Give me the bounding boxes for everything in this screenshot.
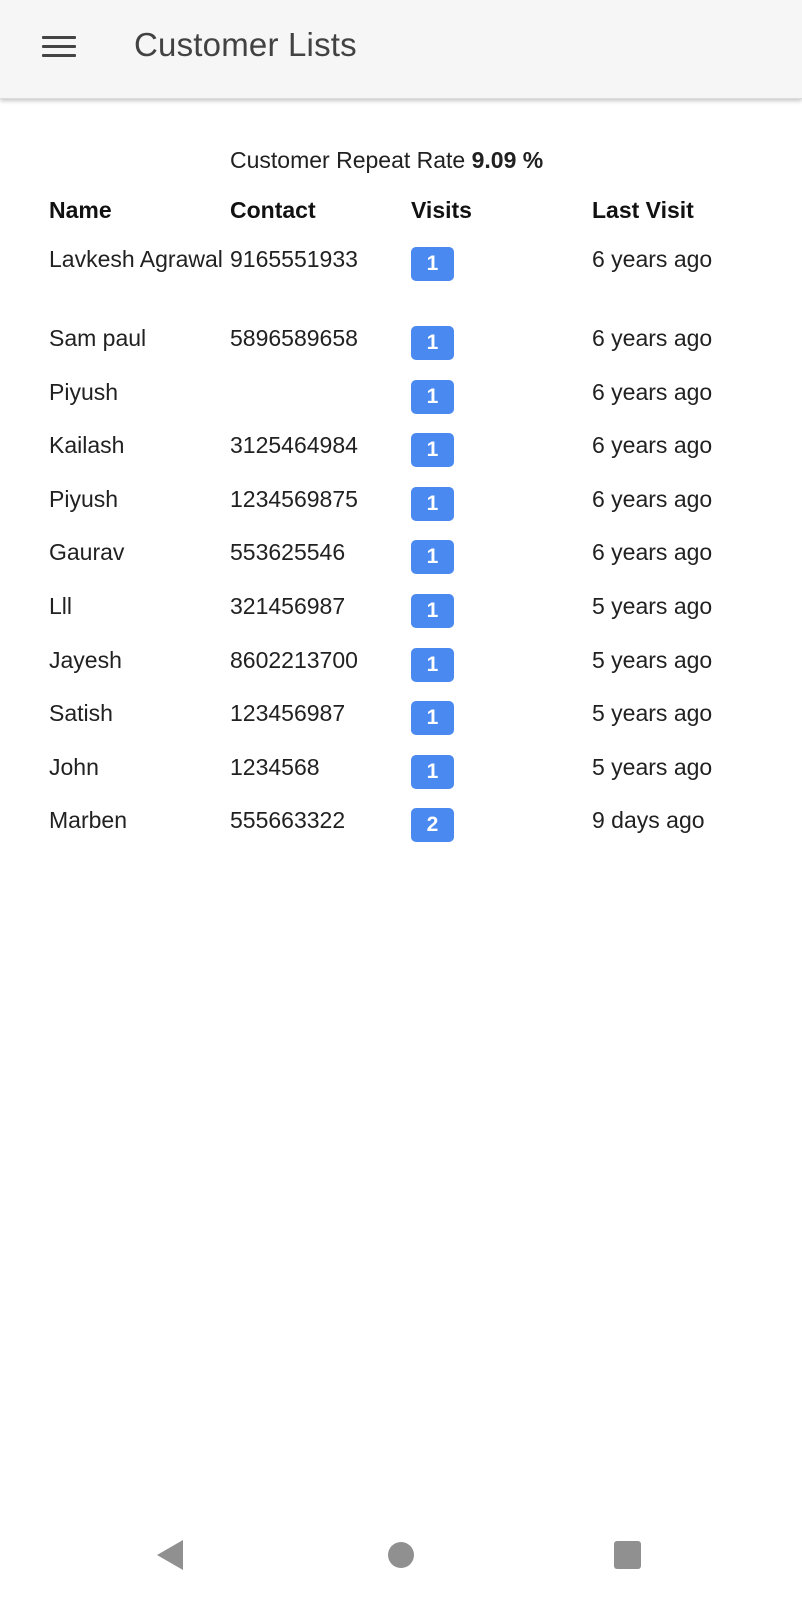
- cell-visits: 1: [411, 753, 592, 807]
- cell-last-visit: 9 days ago: [592, 807, 705, 834]
- cell-last-visit: 5 years ago: [592, 646, 713, 673]
- table-row[interactable]: Piyush 1 6 years ago: [49, 378, 769, 432]
- header-visits: Visits: [411, 197, 472, 223]
- cell-name: Lll: [49, 592, 73, 619]
- cell-visits: 1: [411, 485, 592, 539]
- cell-visits: 1: [411, 378, 592, 432]
- cell-visits: 1: [411, 431, 592, 485]
- cell-contact: 123456987: [230, 700, 346, 727]
- visits-badge: 1: [411, 647, 454, 682]
- cell-contact: 8602213700: [230, 646, 358, 673]
- header-contact: Contact: [230, 197, 316, 223]
- cell-visits: 1: [411, 646, 592, 700]
- hamburger-menu-icon[interactable]: [36, 30, 82, 66]
- cell-last-visit: 6 years ago: [592, 432, 713, 459]
- cell-visits: 1: [411, 245, 592, 324]
- cell-name: Piyush: [49, 378, 119, 405]
- cell-name: Jayesh: [49, 646, 122, 673]
- table-row[interactable]: Marben 555663322 2 9 days ago: [49, 806, 769, 860]
- cell-contact: 3125464984: [230, 432, 358, 459]
- cell-contact: 321456987: [230, 592, 346, 619]
- app-bar: Customer Lists: [0, 0, 802, 99]
- cell-last-visit: 6 years ago: [592, 485, 713, 512]
- cell-visits: 1: [411, 699, 592, 753]
- visits-badge: 1: [411, 486, 454, 521]
- cell-contact: 555663322: [230, 807, 346, 834]
- cell-name: Marben: [49, 807, 127, 834]
- page-title: Customer Lists: [134, 26, 357, 63]
- visits-badge: 2: [411, 808, 454, 843]
- header-last-visit: Last Visit: [592, 197, 694, 223]
- back-triangle-icon[interactable]: [157, 1540, 183, 1570]
- cell-visits: 1: [411, 592, 592, 646]
- visits-badge: 1: [411, 754, 454, 789]
- cell-name: Piyush: [49, 485, 119, 512]
- repeat-rate-label: Customer Repeat Rate: [230, 147, 466, 173]
- cell-last-visit: 5 years ago: [592, 753, 713, 780]
- cell-last-visit: 6 years ago: [592, 539, 713, 566]
- cell-name: Kailash: [49, 432, 125, 459]
- cell-name: Lavkesh Agrawal: [49, 246, 223, 272]
- cell-last-visit: 6 years ago: [592, 246, 713, 272]
- cell-contact: 1234569875: [230, 485, 358, 512]
- cell-last-visit: 6 years ago: [592, 325, 713, 351]
- cell-name: Sam paul: [49, 325, 147, 351]
- cell-name: Gaurav: [49, 539, 125, 566]
- visits-badge: 1: [411, 326, 454, 360]
- table-row[interactable]: Satish 123456987 1 5 years ago: [49, 699, 769, 753]
- table-row[interactable]: Lavkesh Agrawal 9165551933 1 6 years ago: [49, 245, 769, 324]
- visits-badge: 1: [411, 540, 454, 575]
- cell-contact: [230, 378, 411, 432]
- table-row[interactable]: Kailash 3125464984 1 6 years ago: [49, 431, 769, 485]
- repeat-rate-value: 9.09 %: [471, 147, 544, 173]
- cell-visits: 1: [411, 538, 592, 592]
- system-nav-bar: [0, 1500, 802, 1600]
- cell-visits: 2: [411, 806, 592, 860]
- table-row[interactable]: Gaurav 553625546 1 6 years ago: [49, 538, 769, 592]
- visits-badge: 1: [411, 593, 454, 628]
- table-row[interactable]: Sam paul 5896589658 1 6 years ago: [49, 324, 769, 378]
- cell-contact: 553625546: [230, 539, 346, 566]
- cell-last-visit: 6 years ago: [592, 378, 713, 405]
- visits-badge: 1: [411, 433, 454, 468]
- cell-contact: 1234568: [230, 753, 320, 780]
- cell-last-visit: 5 years ago: [592, 700, 713, 727]
- table-row[interactable]: John 1234568 1 5 years ago: [49, 753, 769, 807]
- cell-contact: 5896589658: [230, 325, 358, 351]
- cell-visits: 1: [411, 324, 592, 378]
- table-row[interactable]: Jayesh 8602213700 1 5 years ago: [49, 646, 769, 700]
- visits-badge: 1: [411, 701, 454, 736]
- cell-name: John: [49, 753, 99, 780]
- table-header: Name Contact Visits Last Visit: [49, 195, 769, 245]
- repeat-rate: Customer Repeat Rate 9.09 %: [230, 147, 543, 174]
- recents-square-icon[interactable]: [614, 1541, 641, 1569]
- home-circle-icon[interactable]: [388, 1542, 414, 1568]
- cell-last-visit: 5 years ago: [592, 592, 713, 619]
- header-name: Name: [49, 197, 112, 223]
- cell-contact: 9165551933: [230, 246, 358, 272]
- customer-table: Name Contact Visits Last Visit Lavkesh A…: [49, 195, 769, 860]
- table-row[interactable]: Piyush 1234569875 1 6 years ago: [49, 485, 769, 539]
- visits-badge: 1: [411, 379, 454, 414]
- cell-name: Satish: [49, 700, 113, 727]
- table-row[interactable]: Lll 321456987 1 5 years ago: [49, 592, 769, 646]
- visits-badge: 1: [411, 247, 454, 281]
